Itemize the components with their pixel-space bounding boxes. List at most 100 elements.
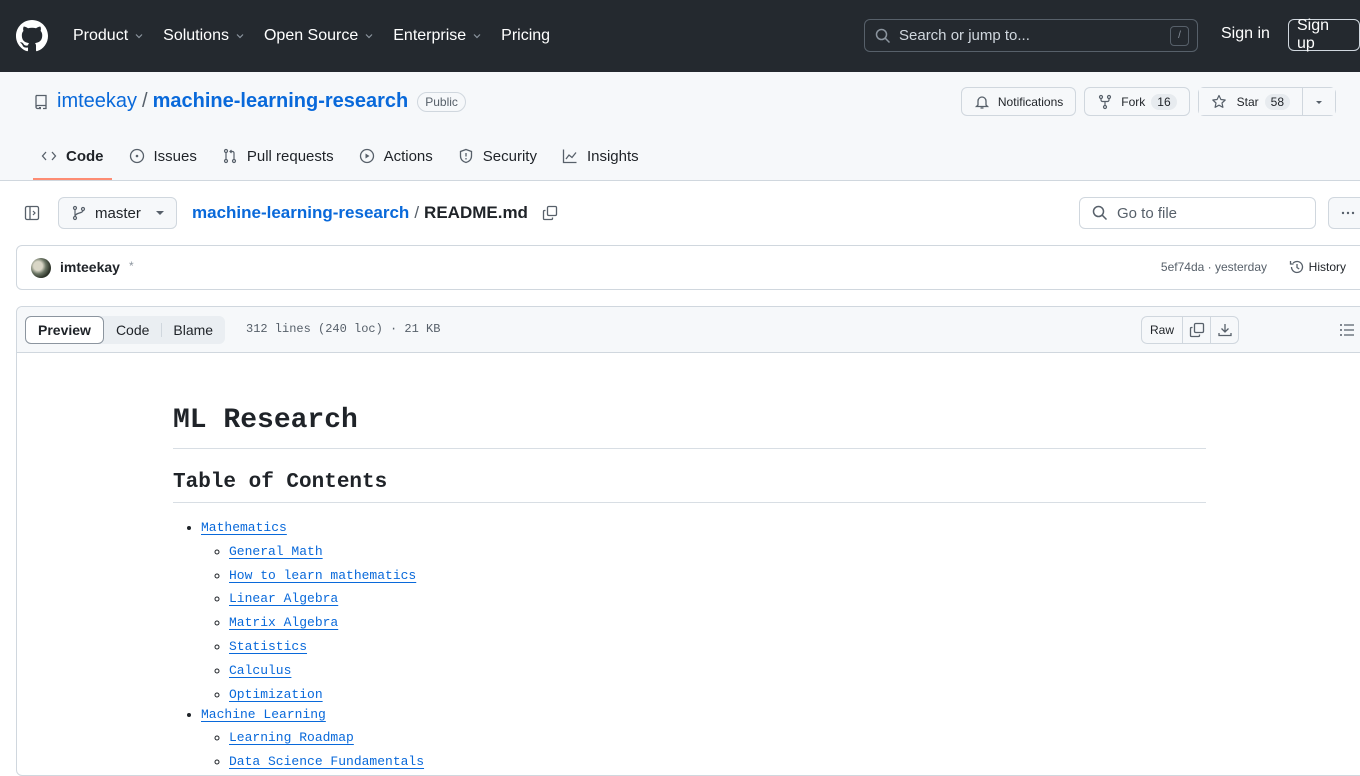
breadcrumb: machine-learning-research / README.md xyxy=(192,203,558,223)
toc-subitem: Statistics xyxy=(229,637,1206,657)
toc-sublist: Learning Roadmap Data Science Fundamenta… xyxy=(201,728,1206,772)
tab-label: Security xyxy=(482,147,537,165)
code-tab[interactable]: Code xyxy=(104,316,161,344)
view-mode-toggle: Preview Code Blame xyxy=(25,316,226,344)
repo-actions: Notifications Fork 16 Star 58 xyxy=(960,87,1336,116)
tab-label: Code xyxy=(66,147,104,165)
toc-link[interactable]: General Math xyxy=(229,544,323,559)
toc-link[interactable]: Matrix Algebra xyxy=(229,615,338,630)
sign-up-button[interactable]: Sign up xyxy=(1288,17,1360,52)
nav-solutions[interactable]: Solutions xyxy=(163,27,246,45)
commit-sha-time[interactable]: 5ef74da · yesterday xyxy=(1161,260,1267,274)
commit-author-link[interactable]: imteekay xyxy=(60,259,120,275)
more-options-button[interactable] xyxy=(1328,197,1360,229)
tab-security[interactable]: Security xyxy=(450,132,545,180)
toc-link[interactable]: Data Science Fundamentals xyxy=(229,754,424,769)
play-icon xyxy=(359,148,374,164)
nav-label: Product xyxy=(73,27,129,44)
sidebar-expand-icon[interactable] xyxy=(24,205,40,221)
nav-enterprise[interactable]: Enterprise xyxy=(393,27,483,45)
tab-insights[interactable]: Insights xyxy=(554,132,647,180)
search-placeholder: Search or jump to... xyxy=(899,27,1030,44)
search-icon xyxy=(1092,205,1108,221)
copy-raw-button[interactable] xyxy=(1182,317,1210,343)
copy-icon xyxy=(1189,322,1204,338)
avatar[interactable] xyxy=(31,258,51,278)
breadcrumb-repo-link[interactable]: machine-learning-research xyxy=(192,203,409,223)
star-count: 58 xyxy=(1264,93,1290,110)
repo-title: imteekay / machine-learning-research Pub… xyxy=(33,90,466,113)
code-icon xyxy=(41,151,57,161)
tab-label: Insights xyxy=(586,147,639,165)
toc-link[interactable]: Linear Algebra xyxy=(229,591,338,606)
toc-subitem: Data Science Fundamentals xyxy=(229,752,1206,772)
toc-link[interactable]: Statistics xyxy=(229,639,307,654)
star-button-group: Star 58 xyxy=(1197,87,1336,116)
star-list-dropdown[interactable] xyxy=(1302,88,1335,115)
tab-label: Issues xyxy=(153,147,197,165)
fork-count: 16 xyxy=(1151,93,1177,110)
nav-product[interactable]: Product xyxy=(73,27,145,45)
star-icon xyxy=(1211,94,1226,108)
toc-subitem: General Math xyxy=(229,542,1206,562)
tab-label: Actions xyxy=(383,147,433,165)
toc-item: Machine Learning Learning Roadmap Data S… xyxy=(201,705,1206,773)
toc-link[interactable]: How to learn mathematics xyxy=(229,568,416,583)
fork-button[interactable]: Fork 16 xyxy=(1084,87,1190,116)
tab-label: Pull requests xyxy=(246,147,334,165)
repo-icon xyxy=(35,94,47,109)
outline-list-icon[interactable] xyxy=(1339,322,1355,338)
chevron-down-icon xyxy=(236,34,244,39)
toc-subitem: Calculus xyxy=(229,661,1206,681)
repo-name-link[interactable]: machine-learning-research xyxy=(153,90,409,113)
nav-open-source[interactable]: Open Source xyxy=(264,27,375,45)
branch-selector[interactable]: master xyxy=(58,197,177,229)
history-button[interactable]: History xyxy=(1289,259,1346,275)
tab-issues[interactable]: Issues xyxy=(121,132,205,180)
history-label: History xyxy=(1308,260,1346,274)
bell-icon xyxy=(974,95,989,109)
fork-icon xyxy=(1099,94,1112,109)
fork-label: Fork xyxy=(1121,94,1146,109)
toc-link[interactable]: Machine Learning xyxy=(201,707,326,722)
notifications-button[interactable]: Notifications xyxy=(960,87,1077,116)
copy-path-icon[interactable] xyxy=(542,205,558,221)
search-icon xyxy=(875,28,891,43)
toc-link[interactable]: Mathematics xyxy=(201,520,287,535)
blame-tab[interactable]: Blame xyxy=(161,316,225,344)
branch-icon xyxy=(72,205,86,221)
pull-request-icon xyxy=(223,148,236,164)
global-header: Product Solutions Open Source Enterprise… xyxy=(0,0,1360,72)
github-logo-icon[interactable] xyxy=(16,20,48,52)
chevron-down-icon xyxy=(135,34,143,39)
preview-tab[interactable]: Preview xyxy=(25,316,104,344)
go-to-file-placeholder: Go to file xyxy=(1117,204,1178,222)
download-button[interactable] xyxy=(1210,317,1238,343)
chevron-down-icon xyxy=(473,34,481,39)
toc-link[interactable]: Optimization xyxy=(229,687,323,702)
file-header: Preview Code Blame 312 lines (240 loc) ·… xyxy=(17,307,1360,353)
notifications-label: Notifications xyxy=(997,94,1064,109)
download-icon xyxy=(1217,324,1232,337)
go-to-file-input[interactable]: Go to file xyxy=(1079,197,1316,229)
history-icon xyxy=(1289,260,1303,274)
breadcrumb-separator: / xyxy=(414,203,420,222)
latest-commit: imteekay * 5ef74da · yesterday History xyxy=(16,245,1360,290)
tab-actions[interactable]: Actions xyxy=(351,132,441,180)
star-button[interactable]: Star 58 xyxy=(1198,88,1302,115)
toc-subitem: Learning Roadmap xyxy=(229,728,1206,748)
sign-in-link[interactable]: Sign in xyxy=(1221,25,1270,43)
nav-pricing[interactable]: Pricing xyxy=(501,27,550,45)
search-shortcut-key: / xyxy=(1170,25,1189,46)
toc-link[interactable]: Calculus xyxy=(229,663,291,678)
readme-content: ML Research Table of Contents Mathematic… xyxy=(173,353,1206,772)
nav-label: Pricing xyxy=(501,27,551,44)
visibility-badge: Public xyxy=(417,91,466,112)
global-nav: Product Solutions Open Source Enterprise… xyxy=(73,27,568,45)
toc-link[interactable]: Learning Roadmap xyxy=(229,730,354,745)
raw-button[interactable]: Raw xyxy=(1142,317,1182,343)
tab-code[interactable]: Code xyxy=(33,132,112,180)
global-search-input[interactable]: Search or jump to... / xyxy=(864,19,1198,52)
tab-pull-requests[interactable]: Pull requests xyxy=(214,132,342,180)
repo-owner-link[interactable]: imteekay xyxy=(57,90,137,113)
